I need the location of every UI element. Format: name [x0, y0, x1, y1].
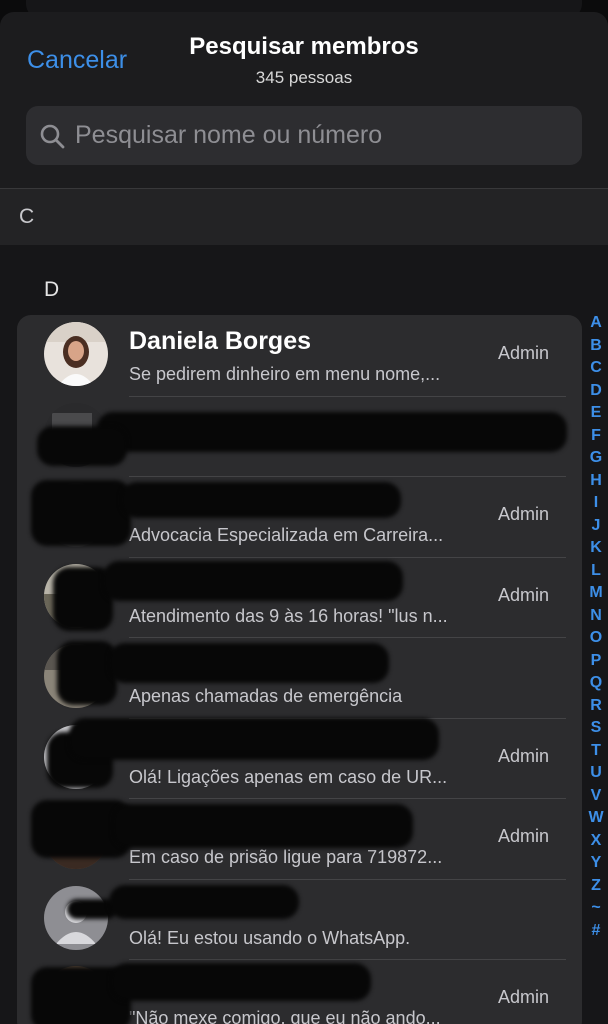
redaction-mark [109, 643, 389, 683]
redaction-mark [109, 884, 299, 919]
member-status: Se pedirem dinheiro em menu nome,... [129, 364, 441, 384]
member-row[interactable]: Daniela Borges Se pedirem dinheiro em me… [17, 315, 582, 396]
redaction-mark [57, 641, 117, 705]
index-letter[interactable]: K [590, 537, 602, 560]
index-letter[interactable]: E [591, 402, 602, 425]
index-letter[interactable]: H [590, 470, 602, 493]
redaction-mark [111, 963, 371, 1001]
admin-badge: Admin [497, 745, 549, 766]
index-letter[interactable]: W [588, 807, 603, 830]
index-letter[interactable]: X [591, 830, 602, 853]
index-letter[interactable]: S [591, 717, 602, 740]
index-letter[interactable]: U [590, 762, 602, 785]
redaction-mark [31, 480, 131, 546]
member-row[interactable]: Atendimento das 9 às 16 horas! "lus n...… [17, 556, 582, 638]
avatar [44, 322, 108, 386]
admin-badge: Admin [497, 584, 549, 605]
index-letter[interactable]: G [590, 447, 602, 470]
search-placeholder: Pesquisar nome ou número [75, 121, 383, 149]
member-status: Apenas chamadas de emergência [129, 686, 403, 706]
index-letter[interactable]: Z [591, 875, 601, 898]
index-letter[interactable]: N [590, 605, 602, 628]
redaction-mark [121, 482, 401, 518]
member-row[interactable]: "Não mexe comigo, que eu não ando... Adm… [17, 959, 582, 1024]
index-letter[interactable]: A [590, 312, 602, 335]
member-status: Olá! Ligações apenas em caso de UR... [129, 766, 448, 787]
index-letter[interactable]: I [594, 492, 598, 515]
section-header-d: D [44, 278, 60, 301]
member-row[interactable]: Em caso de prisão ligue para 719872... A… [17, 798, 582, 879]
index-letter[interactable]: C [590, 357, 602, 380]
member-status: Em caso de prisão ligue para 719872... [129, 847, 443, 867]
redaction-mark [97, 411, 567, 452]
header: Cancelar Pesquisar membros 345 pessoas P… [0, 12, 608, 188]
redaction-mark [69, 717, 439, 760]
member-status: Atendimento das 9 às 16 horas! "lus n... [129, 605, 448, 626]
index-letter[interactable]: ~ [591, 897, 600, 920]
index-letter[interactable]: F [591, 425, 601, 448]
member-name: Daniela Borges [129, 327, 312, 355]
admin-badge: Admin [497, 987, 549, 1007]
index-letter[interactable]: P [591, 650, 602, 673]
index-letter[interactable]: M [589, 582, 602, 605]
index-letter[interactable]: B [590, 335, 602, 358]
index-letter[interactable]: V [591, 785, 602, 808]
member-status: Olá! Eu estou usando o WhatsApp. [129, 927, 411, 948]
admin-badge: Admin [497, 826, 549, 846]
search-icon [40, 124, 65, 148]
index-letter[interactable]: D [590, 380, 602, 403]
member-row[interactable]: Apenas chamadas de emergência [17, 637, 582, 718]
member-group: Daniela Borges Se pedirem dinheiro em me… [17, 315, 582, 1024]
redaction-mark [103, 560, 403, 601]
redaction-mark [37, 425, 127, 466]
member-row[interactable]: Olá! Eu estou usando o WhatsApp. [17, 878, 582, 960]
index-letter[interactable]: R [590, 695, 602, 718]
member-count: 345 pessoas [255, 68, 353, 87]
search-input[interactable]: Pesquisar nome ou número [26, 106, 582, 165]
section-letter-c: C [19, 205, 35, 228]
admin-badge: Admin [497, 504, 549, 524]
member-status: "Não mexe comigo, que eu não ando... [129, 1008, 441, 1024]
index-letter[interactable]: # [592, 920, 601, 943]
member-row[interactable] [17, 395, 582, 477]
page-title: Pesquisar membros [189, 33, 419, 60]
index-letter[interactable]: L [591, 560, 601, 583]
search-members-sheet: Cancelar Pesquisar membros 345 pessoas P… [0, 12, 608, 1024]
member-row[interactable]: Advocacia Especializada em Carreira... A… [17, 476, 582, 557]
index-letter[interactable]: T [591, 740, 601, 763]
index-letter[interactable]: O [590, 627, 602, 650]
index-letter[interactable]: Q [590, 672, 602, 695]
redaction-mark [113, 804, 413, 848]
member-list: D Daniela Borges Se pedirem dinheiro em … [0, 245, 608, 1024]
index-letter[interactable]: Y [591, 852, 602, 875]
member-row[interactable]: Olá! Ligações apenas em caso de UR... Ad… [17, 717, 582, 799]
index-letter[interactable]: J [592, 515, 601, 538]
member-status: Advocacia Especializada em Carreira... [129, 525, 444, 545]
admin-badge: Admin [497, 343, 549, 363]
section-header-c: C [0, 188, 608, 245]
alphabet-index[interactable]: A B C D E F G H I J K L M N O P Q R S T U V W X Y Z ~ # [586, 312, 606, 942]
